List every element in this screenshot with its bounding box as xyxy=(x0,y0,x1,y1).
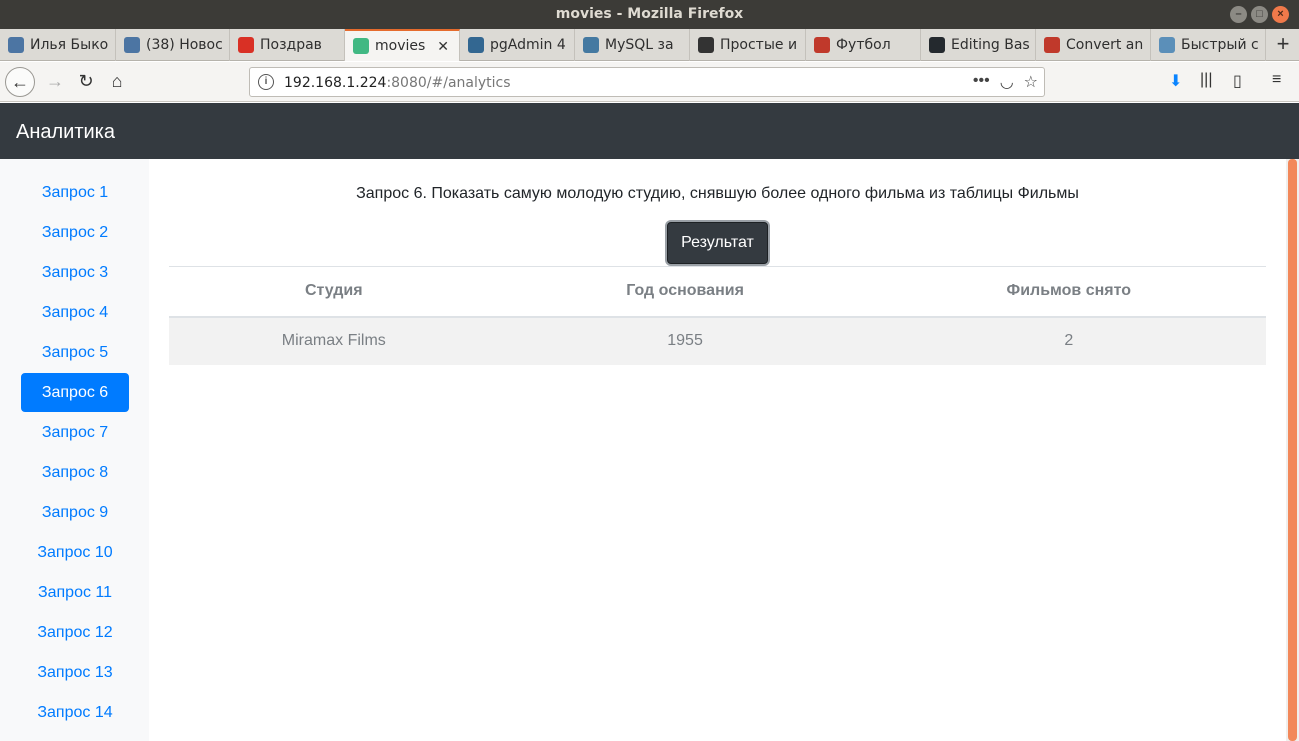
vk-icon xyxy=(124,37,140,53)
arrow-right-icon: → xyxy=(46,71,64,91)
arrow-left-icon: ← xyxy=(11,72,29,92)
home-button[interactable]: ⌂ xyxy=(102,67,132,97)
reload-icon: ↻ xyxy=(78,71,94,91)
sidebar-item-query-13[interactable]: Запрос 13 xyxy=(21,653,129,692)
browser-tab[interactable]: pgAdmin 4 xyxy=(460,29,575,61)
browser-tab[interactable]: MySQL за xyxy=(575,29,690,61)
football-icon xyxy=(814,37,830,53)
pgadmin-icon xyxy=(468,37,484,53)
column-header: Студия xyxy=(169,266,499,318)
table-cell: Miramax Films xyxy=(169,316,499,365)
main-content: Запрос 6. Показать самую молодую студию,… xyxy=(149,159,1286,741)
bookmark-star-icon[interactable]: ☆ xyxy=(1024,72,1038,92)
habr-h-icon xyxy=(1159,37,1175,53)
pocket-icon[interactable]: ◡ xyxy=(1000,72,1014,92)
navigation-toolbar: ← → ↻ ⌂ i 192.168.1.224:8080/#/analytics… xyxy=(0,62,1299,102)
result-table: Студия Год основания Фильмов снято Miramax… xyxy=(169,266,1266,365)
mysql-icon xyxy=(583,37,599,53)
browser-tab[interactable]: Футбол xyxy=(806,29,921,61)
tab-label: Футбол xyxy=(836,37,891,53)
table-row: Miramax Films 1955 2 xyxy=(169,316,1266,365)
sidebar-item-query-2[interactable]: Запрос 2 xyxy=(21,213,129,252)
gmail-icon xyxy=(238,37,254,53)
sidebar-item-query-12[interactable]: Запрос 12 xyxy=(21,613,129,652)
tab-label: movies xyxy=(375,38,426,54)
sidebar-item-query-4[interactable]: Запрос 4 xyxy=(21,293,129,332)
new-tab-button[interactable]: + xyxy=(1268,29,1298,61)
tab-label: (38) Новос xyxy=(146,37,223,53)
github-icon xyxy=(929,37,945,53)
sidebar-item-query-1[interactable]: Запрос 1 xyxy=(21,173,129,212)
query-sidebar: Запрос 1 Запрос 2 Запрос 3 Запрос 4 Запрос 5… xyxy=(0,159,149,741)
sidebar-item-query-8[interactable]: Запрос 8 xyxy=(21,453,129,492)
app-header: Аналитика xyxy=(0,103,1299,159)
sidebar-item-query-10[interactable]: Запрос 10 xyxy=(21,533,129,572)
sidebar-item-query-7[interactable]: Запрос 7 xyxy=(21,413,129,452)
sidebar-toggle-icon[interactable]: ▯ xyxy=(1233,71,1242,91)
window-titlebar: movies - Mozilla Firefox – □ × xyxy=(0,0,1299,29)
browser-tab[interactable]: Convert an xyxy=(1036,29,1151,61)
sidebar-item-query-14[interactable]: Запрос 14 xyxy=(21,693,129,732)
column-header: Фильмов снято xyxy=(871,266,1266,318)
habr-icon xyxy=(698,37,714,53)
url-text[interactable]: 192.168.1.224:8080/#/analytics xyxy=(284,75,511,91)
browser-tab[interactable]: movies ✕ xyxy=(345,29,460,61)
url-path: :8080/#/analytics xyxy=(386,75,511,91)
url-host: 192.168.1.224 xyxy=(284,75,387,91)
maximize-icon[interactable]: □ xyxy=(1251,6,1268,23)
vk-icon xyxy=(8,37,24,53)
browser-tab[interactable]: Поздрав xyxy=(230,29,345,61)
minimize-icon[interactable]: – xyxy=(1230,6,1247,23)
tab-label: Быстрый с xyxy=(1181,37,1259,53)
tab-label: Илья Быко xyxy=(30,37,109,53)
site-info-icon[interactable]: i xyxy=(258,74,274,90)
reload-button[interactable]: ↻ xyxy=(71,67,101,97)
browser-tab[interactable]: (38) Новос xyxy=(116,29,230,61)
tab-label: pgAdmin 4 xyxy=(490,37,566,53)
browser-tab[interactable]: Илья Быко xyxy=(0,29,116,61)
browser-tab[interactable]: Editing Bas xyxy=(921,29,1036,61)
column-header: Год основания xyxy=(498,266,872,318)
scroll-thumb[interactable] xyxy=(1288,159,1297,741)
back-button[interactable]: ← xyxy=(5,67,35,97)
tab-label: Поздрав xyxy=(260,37,322,53)
table-cell: 2 xyxy=(871,316,1266,365)
tab-label: MySQL за xyxy=(605,37,674,53)
sidebar-item-query-6[interactable]: Запрос 6 xyxy=(21,373,129,412)
tab-close-icon[interactable]: ✕ xyxy=(437,39,449,55)
forward-button[interactable]: → xyxy=(40,67,70,97)
tab-label: Простые и xyxy=(720,37,798,53)
query-title: Запрос 6. Показать самую молодую студию,… xyxy=(356,185,1079,202)
sidebar-item-query-3[interactable]: Запрос 3 xyxy=(21,253,129,292)
page-scrollbar[interactable] xyxy=(1286,159,1299,741)
close-window-icon[interactable]: × xyxy=(1272,6,1289,23)
convert-icon xyxy=(1044,37,1060,53)
vue-icon xyxy=(353,38,369,54)
tab-strip: Быстрый с Convert an Editing Bas Футбол Прос… xyxy=(0,29,1299,61)
sidebar-item-query-11[interactable]: Запрос 11 xyxy=(21,573,129,612)
window-title: movies - Mozilla Firefox xyxy=(555,6,744,22)
app-brand[interactable]: Аналитика xyxy=(16,121,115,144)
tab-label: Editing Bas xyxy=(951,37,1030,53)
sidebar-item-query-9[interactable]: Запрос 9 xyxy=(21,493,129,532)
browser-tab[interactable]: Простые и xyxy=(690,29,806,61)
url-bar[interactable]: i 192.168.1.224:8080/#/analytics ••• ◡ ☆ xyxy=(249,67,1045,97)
page-actions-icon[interactable]: ••• xyxy=(973,72,990,92)
menu-icon[interactable]: ≡ xyxy=(1272,71,1281,89)
library-icon[interactable]: ||| xyxy=(1200,71,1212,89)
result-button[interactable]: Результат xyxy=(667,222,768,264)
tab-label: Convert an xyxy=(1066,37,1144,53)
browser-tab[interactable]: Быстрый с xyxy=(1151,29,1266,61)
home-icon: ⌂ xyxy=(111,71,123,91)
sidebar-item-query-5[interactable]: Запрос 5 xyxy=(21,333,129,372)
downloads-icon[interactable]: ⬇ xyxy=(1169,71,1182,91)
table-cell: 1955 xyxy=(498,316,872,365)
